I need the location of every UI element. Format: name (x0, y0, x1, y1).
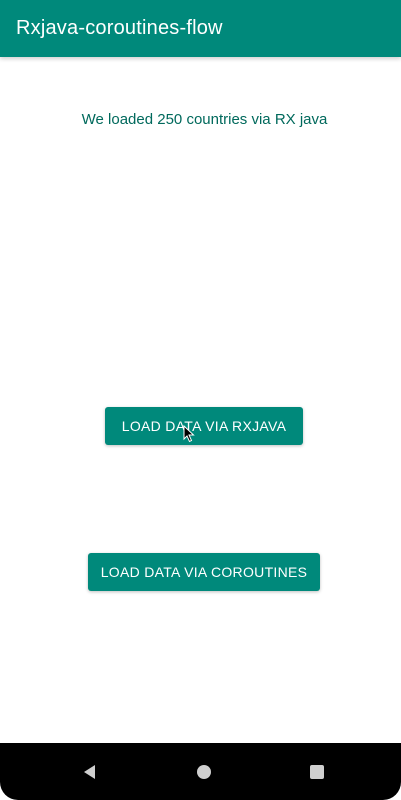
status-text: We loaded 250 countries via RX java (81, 111, 328, 128)
load-coroutines-button-label: LOAD DATA VIA COROUTINES (100, 564, 308, 580)
app-title: Rxjava-coroutines-flow (16, 17, 223, 39)
mouse-pointer-icon (183, 425, 195, 443)
recents-square-icon (310, 765, 324, 779)
home-circle-icon (197, 765, 211, 779)
load-rxjava-button[interactable]: LOAD DATA VIA RXJAVA (105, 407, 303, 445)
load-coroutines-button[interactable]: LOAD DATA VIA COROUTINES (88, 553, 320, 591)
system-navigation-bar (0, 743, 401, 800)
load-rxjava-button-label: LOAD DATA VIA RXJAVA (121, 418, 287, 434)
nav-recents-button[interactable] (304, 759, 330, 785)
back-triangle-icon (84, 765, 95, 779)
nav-home-button[interactable] (191, 759, 217, 785)
nav-back-button[interactable] (77, 759, 103, 785)
app-bar: Rxjava-coroutines-flow (0, 0, 401, 57)
